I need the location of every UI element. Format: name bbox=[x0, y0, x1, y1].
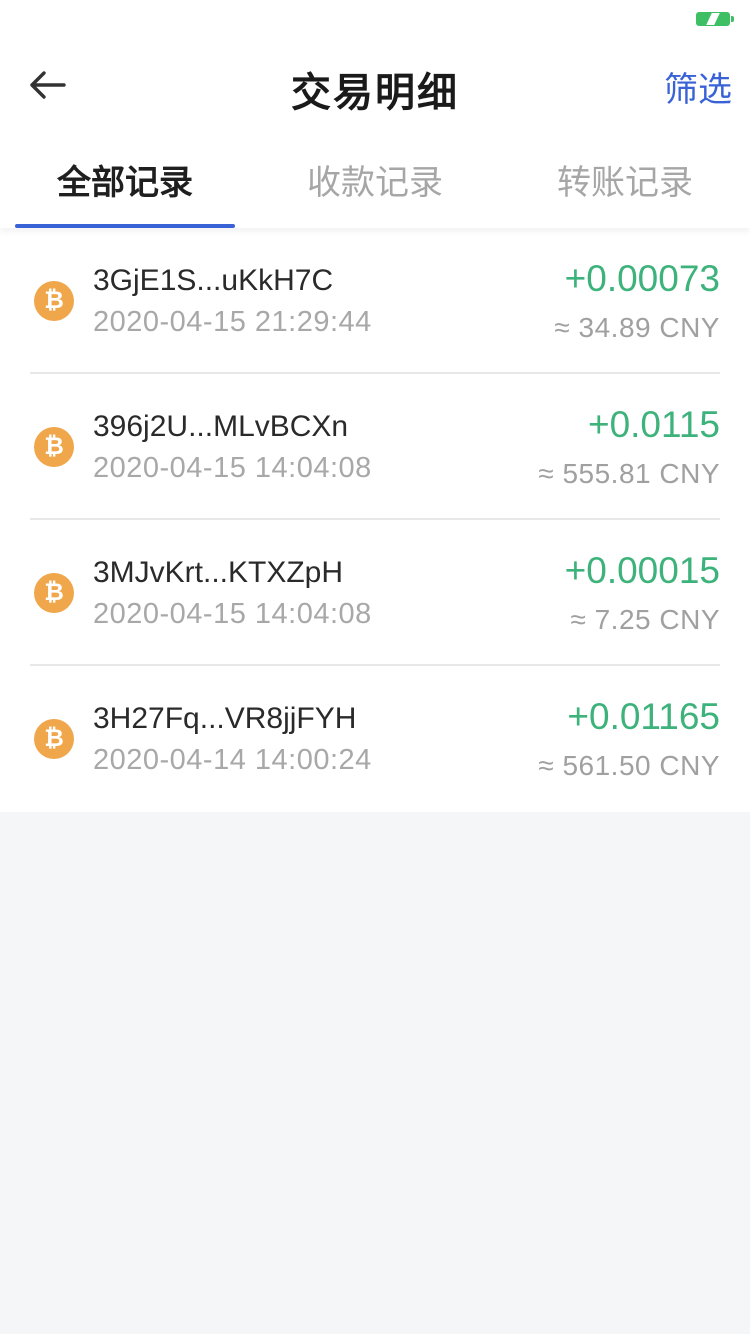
bitcoin-icon: ₿ bbox=[34, 719, 74, 759]
tab-transfer-records[interactable]: 转账记录 bbox=[500, 130, 750, 228]
transaction-time: 2020-04-15 14:04:08 bbox=[93, 452, 372, 484]
transaction-fiat-value: ≈ 7.25 CNY bbox=[570, 604, 720, 635]
transaction-amount: +0.00073 bbox=[564, 258, 720, 299]
transaction-row[interactable]: ₿ 3MJvKrt...KTXZpH 2020-04-15 14:04:08 +… bbox=[30, 520, 720, 666]
transaction-time: 2020-04-15 21:29:44 bbox=[93, 306, 372, 338]
filter-button[interactable]: 筛选 bbox=[664, 62, 732, 111]
transaction-fiat-value: ≈ 34.89 CNY bbox=[554, 312, 720, 343]
transaction-address: 3H27Fq...VR8jjFYH bbox=[93, 702, 357, 735]
nav-bar: 交易明细 筛选 bbox=[0, 40, 750, 130]
transaction-fiat-value: ≈ 555.81 CNY bbox=[538, 458, 720, 489]
transaction-details-page: 交易明细 筛选 全部记录 收款记录 转账记录 ₿ 3GjE1S...uKkH7C… bbox=[0, 0, 750, 1334]
tab-all-records[interactable]: 全部记录 bbox=[0, 130, 250, 228]
transaction-amount: +0.00015 bbox=[564, 550, 720, 591]
bitcoin-icon: ₿ bbox=[34, 573, 74, 613]
transaction-list: ₿ 3GjE1S...uKkH7C 2020-04-15 21:29:44 +0… bbox=[0, 228, 750, 812]
battery-charging-icon bbox=[696, 12, 734, 26]
transaction-address: 396j2U...MLvBCXn bbox=[93, 410, 349, 443]
status-bar bbox=[0, 0, 750, 40]
transaction-fiat-value: ≈ 561.50 CNY bbox=[538, 750, 720, 781]
transaction-row[interactable]: ₿ 3GjE1S...uKkH7C 2020-04-15 21:29:44 +0… bbox=[30, 228, 720, 374]
tab-receive-records[interactable]: 收款记录 bbox=[250, 130, 500, 228]
record-tabs: 全部记录 收款记录 转账记录 bbox=[0, 130, 750, 228]
transaction-time: 2020-04-15 14:04:08 bbox=[93, 598, 372, 630]
transaction-address: 3GjE1S...uKkH7C bbox=[93, 264, 334, 297]
transaction-amount: +0.01165 bbox=[567, 696, 720, 737]
transaction-time: 2020-04-14 14:00:24 bbox=[93, 744, 372, 776]
transaction-amount: +0.0115 bbox=[587, 404, 720, 445]
bitcoin-icon: ₿ bbox=[34, 281, 74, 321]
transaction-address: 3MJvKrt...KTXZpH bbox=[93, 556, 344, 589]
charging-bolt bbox=[706, 13, 720, 25]
transaction-row[interactable]: ₿ 396j2U...MLvBCXn 2020-04-15 14:04:08 +… bbox=[30, 374, 720, 520]
page-title: 交易明细 bbox=[291, 71, 459, 115]
bitcoin-icon: ₿ bbox=[34, 427, 74, 467]
transaction-row[interactable]: ₿ 3H27Fq...VR8jjFYH 2020-04-14 14:00:24 … bbox=[30, 666, 720, 812]
